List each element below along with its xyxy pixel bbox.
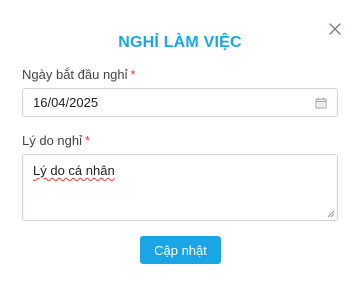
reason-textarea[interactable]: Lý do cá nhân [22,154,338,221]
leave-dialog: NGHỈ LÀM VIỆC Ngày bắt đầu nghỉ * 16/04/2… [0,0,360,301]
start-date-input[interactable]: 16/04/2025 [22,88,338,117]
required-mark: * [130,67,136,82]
reason-value: Lý do cá nhân [33,163,115,178]
update-button[interactable]: Cập nhật [140,236,221,264]
dialog-title: NGHỈ LÀM VIỆC [118,34,242,51]
reason-label-text: Lý do nghỉ [22,133,82,148]
start-date-label: Ngày bắt đầu nghỉ * [22,67,136,82]
reason-label: Lý do nghỉ * [22,133,90,148]
required-mark: * [85,133,91,148]
start-date-value: 16/04/2025 [33,95,99,110]
start-date-label-text: Ngày bắt đầu nghỉ [22,67,128,82]
resize-handle-icon[interactable] [327,210,335,218]
calendar-icon[interactable] [315,97,327,109]
